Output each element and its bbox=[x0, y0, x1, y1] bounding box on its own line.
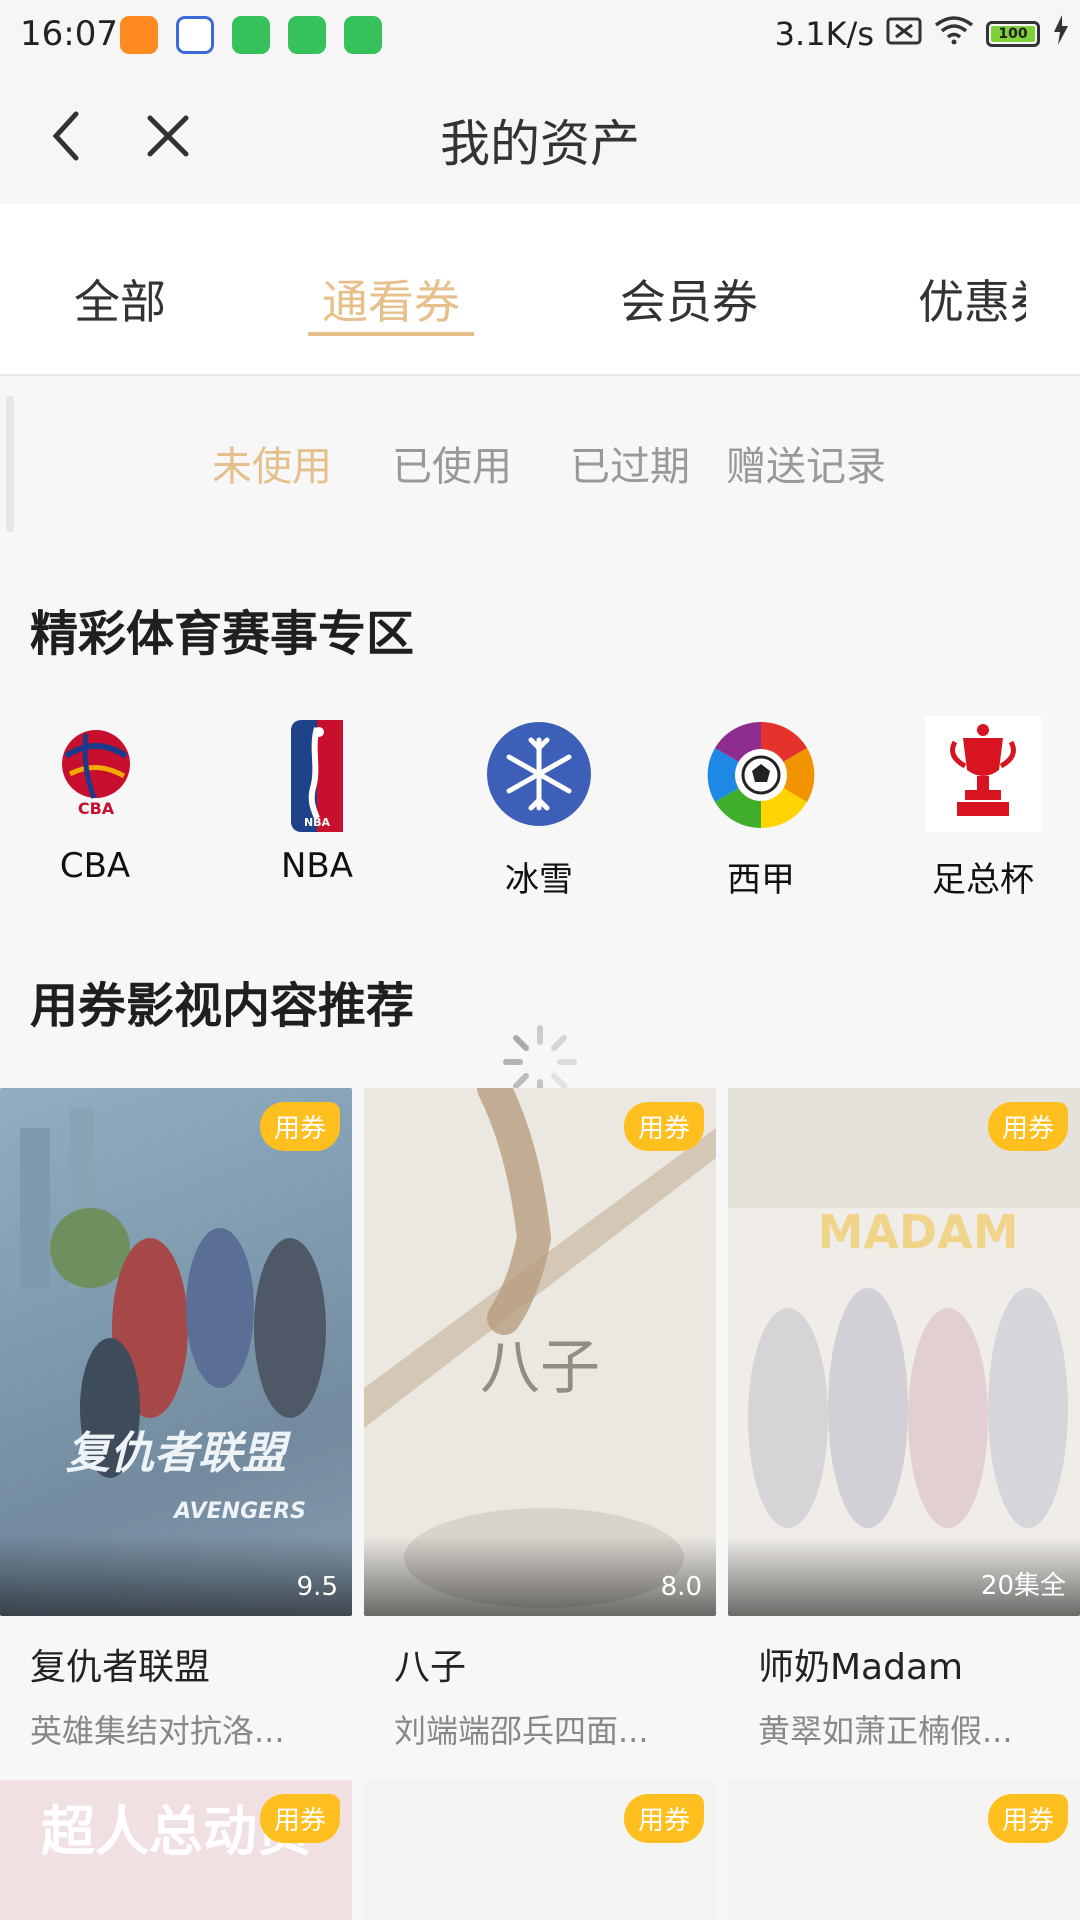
my-assets-page: 16:07 3.1K/s 100 我的资产 全部 通看券 会员券 优惠 未使用 … bbox=[0, 0, 1080, 1920]
content-card[interactable]: 用券 bbox=[728, 1780, 1080, 1920]
svg-text:NBA: NBA bbox=[304, 816, 331, 829]
sport-label: 西甲 bbox=[727, 860, 795, 900]
sport-label: 足总杯 bbox=[932, 860, 1034, 900]
subtab-gift-records[interactable]: 赠送记录 bbox=[726, 434, 886, 492]
scroll-indicator bbox=[6, 396, 14, 532]
poster-title-text: 复仇者联盟 bbox=[66, 1428, 292, 1479]
network-speed: 3.1K/s bbox=[774, 15, 874, 53]
svg-text:CBA: CBA bbox=[78, 799, 115, 816]
voucher-badge: 用券 bbox=[259, 1794, 340, 1843]
voucher-status-tabs: 未使用 已使用 已过期 赠送记录 bbox=[0, 376, 1080, 556]
status-right: 3.1K/s 100 bbox=[775, 14, 1070, 54]
card-title[interactable]: 八子 bbox=[394, 1638, 466, 1690]
cba-logo-icon: CBA bbox=[62, 730, 130, 816]
voucher-badge: 用券 bbox=[987, 1102, 1068, 1151]
sport-label: NBA bbox=[280, 846, 354, 886]
poster-title-text: MADAM bbox=[818, 1205, 1019, 1259]
charging-icon bbox=[1052, 15, 1070, 53]
content-card[interactable]: 用券 bbox=[364, 1780, 716, 1920]
app-notification-icon bbox=[120, 16, 158, 54]
active-tab-underline bbox=[308, 332, 474, 336]
page-title: 我的资产 bbox=[440, 115, 640, 173]
card-title[interactable]: 师奶Madam bbox=[758, 1638, 963, 1690]
fa-cup-trophy-icon bbox=[950, 724, 1016, 816]
app-notification-icon bbox=[176, 16, 214, 54]
card-score: 20集全 bbox=[980, 1571, 1066, 1601]
sim-off-icon bbox=[886, 15, 922, 53]
voucher-badge: 用券 bbox=[623, 1102, 704, 1151]
subtab-unused[interactable]: 未使用 bbox=[212, 434, 332, 492]
tab-all[interactable]: 全部 bbox=[74, 266, 166, 332]
sport-item-fa-cup[interactable]: 足总杯 bbox=[888, 716, 1078, 906]
asset-tabs: 全部 通看券 会员券 优惠券 bbox=[0, 204, 1080, 376]
battery-level: 100 bbox=[991, 26, 1035, 42]
battery-icon: 100 bbox=[986, 21, 1040, 47]
wifi-icon bbox=[934, 15, 974, 53]
sport-item-cba[interactable]: CBA CBA bbox=[0, 716, 190, 896]
content-card[interactable]: MADAM 用券 20集全 bbox=[728, 1088, 1080, 1616]
content-card[interactable]: 复仇者联盟 AVENGERS 用券 9.5 bbox=[0, 1088, 352, 1616]
status-bar: 16:07 3.1K/s 100 bbox=[0, 0, 1080, 70]
subtab-used[interactable]: 已使用 bbox=[392, 434, 512, 492]
tab-member-voucher[interactable]: 会员券 bbox=[620, 266, 758, 332]
app-notification-icon bbox=[344, 16, 382, 54]
poster-title-text: 八子 bbox=[480, 1333, 600, 1403]
sport-label: 冰雪 bbox=[505, 860, 573, 900]
card-score: 8.0 bbox=[660, 1572, 702, 1602]
sport-item-snow[interactable]: 冰雪 bbox=[444, 716, 634, 906]
app-notification-icon bbox=[288, 16, 326, 54]
nav-header: 我的资产 bbox=[0, 70, 1080, 204]
card-subtitle: 黄翠如萧正楠假... bbox=[758, 1712, 1013, 1750]
recommend-section-title: 用券影视内容推荐 bbox=[30, 978, 415, 1034]
sport-item-laliga[interactable]: 西甲 bbox=[666, 716, 856, 906]
status-time: 16:07 bbox=[20, 14, 118, 54]
content-card[interactable]: 超人总动员 用券 bbox=[0, 1780, 352, 1920]
content-card[interactable]: 八子 用券 8.0 bbox=[364, 1088, 716, 1616]
subtab-expired[interactable]: 已过期 bbox=[570, 434, 690, 492]
app-notification-icon bbox=[232, 16, 270, 54]
voucher-badge: 用券 bbox=[259, 1102, 340, 1151]
tab-coupon[interactable]: 优惠券 bbox=[918, 266, 1026, 326]
sports-section-title: 精彩体育赛事专区 bbox=[30, 606, 415, 662]
snowflake-icon bbox=[487, 722, 591, 826]
laliga-logo-icon bbox=[707, 721, 815, 829]
tab-coupon-clip: 优惠券 bbox=[918, 266, 1026, 326]
voucher-badge: 用券 bbox=[623, 1794, 704, 1843]
card-score: 9.5 bbox=[296, 1572, 338, 1602]
sport-item-nba[interactable]: NBA NBA bbox=[222, 716, 412, 896]
sport-label: CBA bbox=[59, 846, 131, 886]
nba-logo-icon: NBA bbox=[291, 720, 343, 832]
card-subtitle: 刘端端邵兵四面... bbox=[394, 1712, 649, 1750]
fa-cup-logo-bg bbox=[925, 716, 1041, 832]
voucher-badge: 用券 bbox=[987, 1794, 1068, 1843]
card-subtitle: 英雄集结对抗洛... bbox=[30, 1712, 285, 1750]
tab-tongkan-voucher[interactable]: 通看券 bbox=[322, 266, 460, 332]
card-title[interactable]: 复仇者联盟 bbox=[30, 1638, 210, 1690]
svg-text:AVENGERS: AVENGERS bbox=[172, 1499, 306, 1524]
